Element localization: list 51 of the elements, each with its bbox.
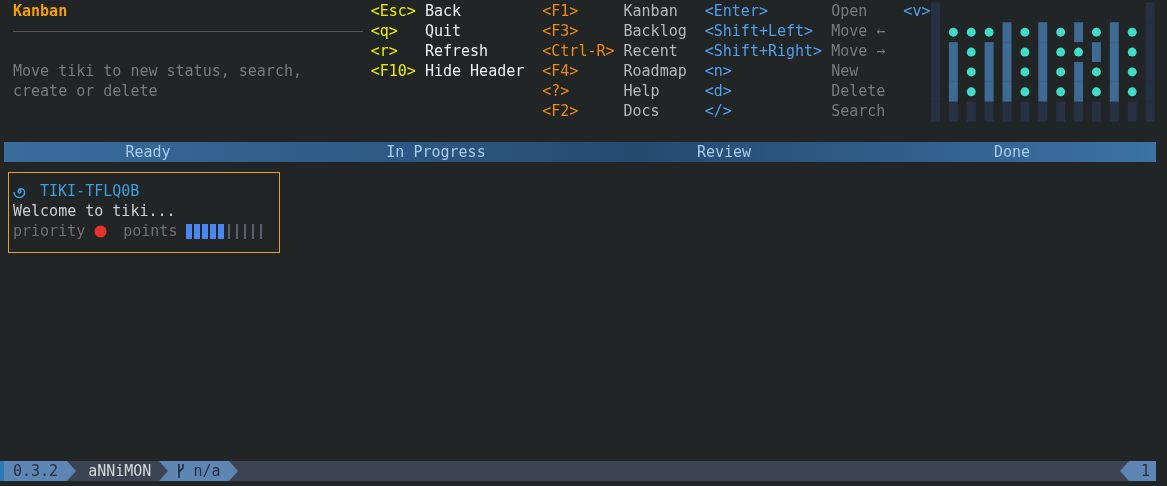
column-title: Ready — [124, 142, 172, 162]
shortcut-label: Delete — [831, 81, 886, 101]
shortcut-key: <F4> — [542, 61, 624, 81]
shortcut-key: <F10> — [370, 61, 425, 81]
shortcut-key: <F2> — [542, 101, 624, 121]
priority-icon — [94, 224, 108, 238]
points-label: points — [123, 221, 178, 241]
shortcut-key: <Enter> — [704, 1, 832, 21]
shortcut-label: Roadmap — [623, 61, 687, 81]
shortcut-key: <r> — [370, 41, 425, 61]
shortcut-key: <v> — [903, 1, 931, 21]
shortcut-label: Open — [831, 1, 868, 21]
shortcut-label: New — [831, 61, 859, 81]
shortcut-label: Search — [831, 101, 886, 121]
shortcut-key: <Shift+Left> — [704, 21, 832, 41]
view-description: Move tiki to new status, search, create or delete — [13, 61, 303, 101]
shortcut-label: Refresh — [424, 41, 489, 61]
shortcut-key: <F1> — [542, 1, 624, 21]
shortcut-key: <F3> — [542, 21, 624, 41]
shortcut-key: <?> — [542, 81, 624, 101]
shortcut-key: <q> — [370, 21, 425, 41]
version-label: 0.3.2 — [4, 461, 68, 481]
segment-arrow — [67, 461, 77, 481]
shortcut-label: Kanban — [623, 1, 678, 21]
count-label: 1 — [1128, 461, 1156, 481]
view-title: Kanban — [13, 1, 69, 21]
task-id: TIKI-TFLQ0B — [40, 181, 140, 201]
shortcut-label: Recent — [623, 41, 678, 61]
shortcut-label: Move → — [831, 41, 886, 61]
column-title: Done — [992, 142, 1032, 162]
shortcut-label: Back — [424, 1, 462, 21]
shortcut-label: Backlog — [623, 21, 687, 41]
column-title: In Progress — [385, 142, 487, 162]
shortcut-label: Hide Header — [424, 61, 525, 81]
shortcut-key: <n> — [704, 61, 832, 81]
shortcut-key: <d> — [704, 81, 832, 101]
shortcut-label: Help — [623, 81, 660, 101]
column-title: Review — [695, 142, 753, 162]
shortcut-key: <Ctrl-R> — [542, 41, 624, 61]
task-card[interactable]: TIKI-TFLQ0B Welcome to tiki... priority points — [8, 172, 280, 253]
user-label: aNNiMON — [87, 461, 153, 481]
branch-icon — [177, 463, 186, 479]
shortcut-key: </> — [704, 101, 832, 121]
priority-label: priority — [13, 221, 86, 241]
branch-label: n/a — [193, 461, 221, 481]
shortcut-label: Move ← — [831, 21, 886, 41]
shortcut-label: Quit — [424, 21, 462, 41]
shortcut-label: Docs — [623, 101, 660, 121]
shortcut-key: <Shift+Right> — [704, 41, 832, 61]
shortcut-key: <Esc> — [370, 1, 425, 21]
task-title: Welcome to tiki... — [13, 201, 177, 221]
